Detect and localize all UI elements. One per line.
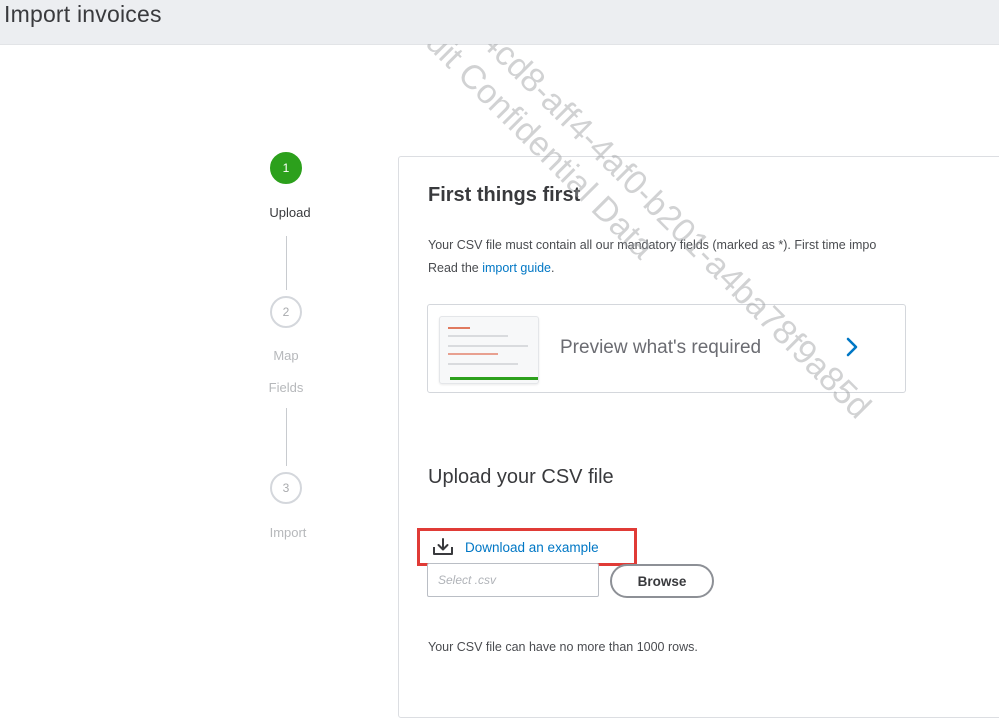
step-3-circle: 3 [270,472,302,504]
csv-file-field[interactable] [427,563,599,597]
import-guide-suffix: . [551,261,555,275]
step-1-label: Upload [269,205,311,220]
import-guide-prefix: Read the [428,261,483,275]
step-2-label-line2: Fields [268,380,304,395]
step-1-circle: 1 [270,152,302,184]
download-example-label: Download an example [465,540,599,555]
preview-required-card[interactable]: Preview what's required [427,304,906,393]
step-2-circle: 2 [270,296,302,328]
step-2-label: Map Fields [241,340,331,404]
import-guide-link[interactable]: import guide [482,261,551,275]
step-connector [286,408,287,466]
page-title: Import invoices [4,1,162,27]
step-3-label: Import [269,525,307,540]
step-2-label-line1: Map [273,348,299,363]
import-guide-text: Read the import guide. [428,261,555,275]
preview-thumbnail [439,316,539,384]
first-things-title: First things first [428,184,581,206]
upload-csv-title: Upload your CSV file [428,466,614,488]
page-header: Import invoices [0,0,999,45]
preview-required-label: Preview what's required [560,337,762,358]
row-limit-note: Your CSV file can have no more than 1000… [428,640,698,654]
mandatory-fields-text: Your CSV file must contain all our manda… [428,238,877,252]
download-example-link[interactable]: Download an example [417,528,637,566]
step-connector [286,236,287,290]
browse-button[interactable]: Browse [610,564,714,598]
download-icon [432,538,454,561]
chevron-right-icon [846,337,858,362]
